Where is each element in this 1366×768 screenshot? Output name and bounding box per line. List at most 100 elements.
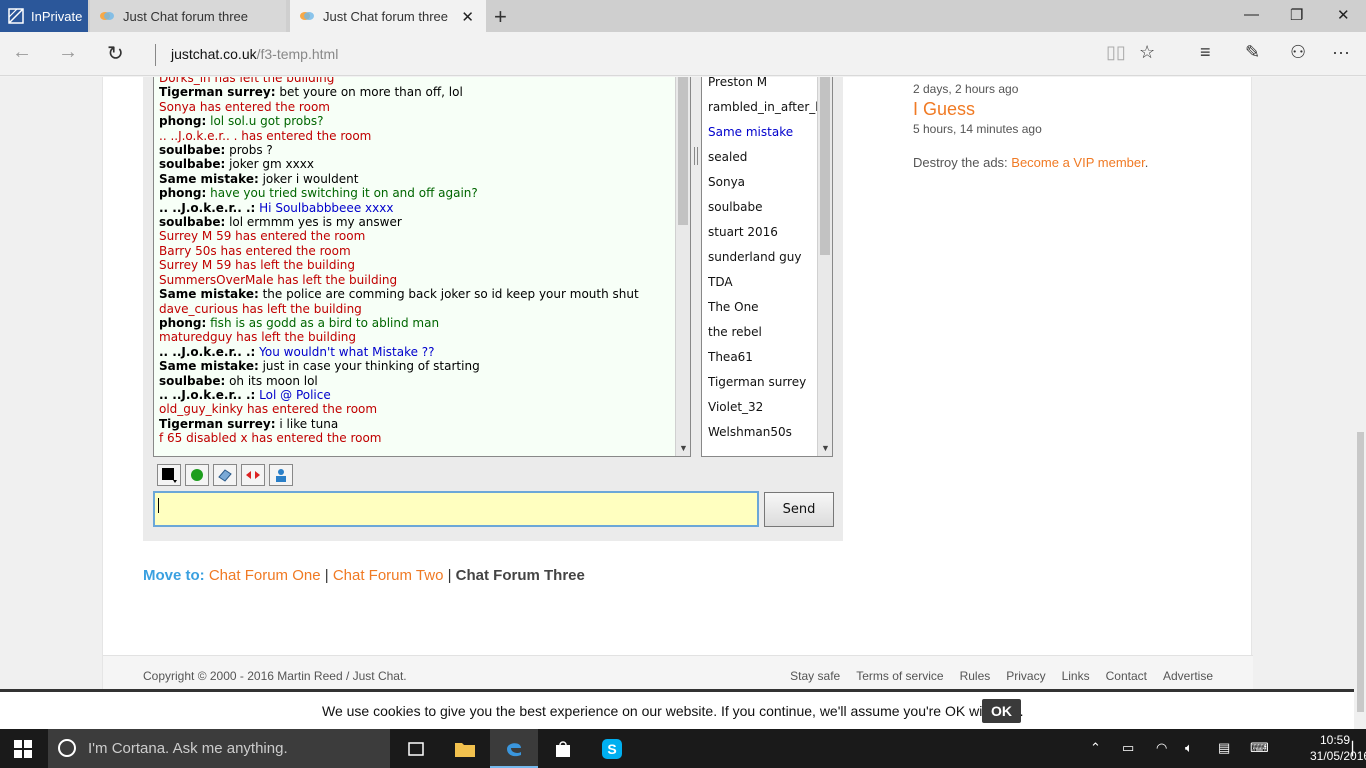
page-scrollbar[interactable] [1354,77,1366,729]
chat-text: Lol @ Police [255,387,331,402]
chat-username: Tigerman surrey: [159,416,276,431]
userlist-scrollbar[interactable]: ▼ [817,77,832,456]
restore-button[interactable]: ❐ [1290,6,1303,24]
chat-message: .. ..J.o.k.e.r.. .: You wouldn't what Mi… [159,345,671,359]
forward-icon[interactable]: → [58,41,78,64]
skype-button[interactable]: S [588,729,636,768]
minimize-button[interactable]: — [1244,6,1259,23]
tab-title: Just Chat forum three [323,8,448,24]
tab-chat-forum-active[interactable]: Just Chat forum three ✕ [290,0,486,32]
chat-message: phong: fish is as godd as a bird to abli… [159,316,671,330]
user-list-item[interactable]: the rebel [708,324,818,349]
chat-message: phong: lol sol.u got probs? [159,114,671,128]
message-input[interactable] [153,491,759,527]
web-note-icon[interactable]: ✎ [1245,42,1260,63]
keyboard-icon[interactable]: ⌨ [1250,740,1269,756]
favorite-star-icon[interactable]: ☆ [1139,42,1155,63]
user-list-item[interactable]: TDA [708,274,818,299]
close-tab-icon[interactable]: ✕ [461,8,474,26]
user-list-item[interactable]: sunderland guy [708,249,818,274]
status-button[interactable] [185,464,209,486]
footer-link-terms[interactable]: Terms of service [856,669,943,683]
user-list-item[interactable]: stuart 2016 [708,224,818,249]
close-window-button[interactable]: ✕ [1337,6,1350,24]
edge-icon [507,742,521,756]
address-bar[interactable]: justchat.co.uk/f3-temp.html [171,46,338,62]
footer-link-stay-safe[interactable]: Stay safe [790,669,840,683]
link-chat-forum-two[interactable]: Chat Forum Two [333,567,444,584]
taskbar: I'm Cortana. Ask me anything. S ⌃ ▭ ◠ 🔈︎… [0,729,1366,768]
task-view-button[interactable] [392,729,440,768]
address-separator [155,44,156,66]
battery-icon[interactable]: ▭ [1122,740,1134,756]
eraser-button[interactable] [213,464,237,486]
chat-text: bet youre on more than off, lol [275,85,463,100]
scroll-down-arrow-icon[interactable]: ▼ [676,441,690,456]
text-color-button[interactable] [157,464,181,486]
footer-link-links[interactable]: Links [1062,669,1090,683]
chat-text: just in case your thinking of starting [258,359,480,374]
send-button[interactable]: Send [764,492,834,527]
chat-message: Sonya has entered the room [159,99,330,114]
user-list-item[interactable]: Sonya [708,174,818,199]
user-list-item[interactable]: Violet_32 [708,399,818,424]
chat-message: .. ..J.o.k.e.r.. . has entered the room [159,128,372,143]
new-tab-button[interactable]: + [494,4,507,30]
footer-link-rules[interactable]: Rules [960,669,991,683]
store-button[interactable] [539,729,587,768]
wifi-icon[interactable]: ◠ [1156,740,1167,756]
cortana-search-box[interactable]: I'm Cortana. Ask me anything. [48,729,390,768]
task-view-icon [408,741,424,756]
user-list-item[interactable]: Preston M [708,77,818,99]
private-message-button[interactable] [241,464,265,486]
scroll-down-arrow-icon[interactable]: ▼ [818,441,832,456]
hub-icon[interactable]: ≡ [1200,42,1211,63]
footer-link-advertise[interactable]: Advertise [1163,669,1213,683]
chat-scrollbar[interactable]: ▼ [675,77,690,456]
chat-message: Surrey M 59 has entered the room [159,229,366,244]
user-list-item[interactable]: Welshman50s [708,424,818,449]
back-icon[interactable]: ← [12,41,32,64]
chat-scroll-thumb[interactable] [678,77,688,225]
more-icon[interactable]: ··· [1332,42,1350,63]
cookie-ok-button[interactable]: OK [982,699,1021,723]
chat-message: Surrey M 59 has left the building [159,258,356,273]
userlist-scroll-thumb[interactable] [820,77,830,255]
user-profile-button[interactable] [269,464,293,486]
chat-message: phong: have you tried switching it on an… [159,186,671,200]
refresh-icon[interactable]: ↻ [107,41,124,66]
file-explorer-button[interactable] [441,729,489,768]
swap-arrows-icon [246,471,260,479]
user-list-item[interactable]: Same mistake [708,124,818,149]
cookie-text: We use cookies to give you the best expe… [322,703,1024,719]
link-chat-forum-one[interactable]: Chat Forum One [209,567,321,584]
user-list-item[interactable]: Thea61 [708,349,818,374]
edge-taskbar-button[interactable] [490,729,538,768]
user-list-item[interactable]: rambled_in_after_b [708,99,818,124]
show-hidden-icons[interactable]: ⌃ [1090,740,1101,756]
chat-username: .. ..J.o.k.e.r.. .: [159,344,256,359]
share-icon[interactable]: ⚇ [1290,42,1306,63]
user-list-item[interactable]: Tigerman surrey [708,374,818,399]
action-center-icon[interactable]: ▤ [1218,740,1230,756]
show-desktop-button[interactable]: ▏ [1352,741,1362,757]
chat-messages-pane: Dorks_in has left the building Tigerman s… [153,77,691,457]
pane-splitter[interactable] [694,147,698,165]
user-list-item[interactable]: The One [708,299,818,324]
user-list-item[interactable]: soulbabe [708,199,818,224]
current-forum: Chat Forum Three [455,567,585,584]
tab-chat-forum-inactive[interactable]: Just Chat forum three [90,0,286,32]
chat-message: .. ..J.o.k.e.r.. .: Lol @ Police [159,388,671,402]
vip-member-link[interactable]: Become a VIP member [1011,155,1144,170]
post-title-link[interactable]: I Guess [913,99,975,120]
footer-link-contact[interactable]: Contact [1106,669,1147,683]
page-scroll-thumb[interactable] [1357,432,1364,712]
user-list-item[interactable]: sealed [708,149,818,174]
footer-link-privacy[interactable]: Privacy [1006,669,1045,683]
volume-icon[interactable]: 🔈︎ [1185,740,1193,756]
windows-start-icon[interactable] [14,740,32,758]
reading-view-icon[interactable]: ▯▯ [1106,42,1126,63]
chat-username: phong: [159,114,207,129]
chat-message: f 65 disabled x has entered the room [159,431,382,446]
screen: InPrivate Just Chat forum three Just Cha… [0,0,1366,768]
